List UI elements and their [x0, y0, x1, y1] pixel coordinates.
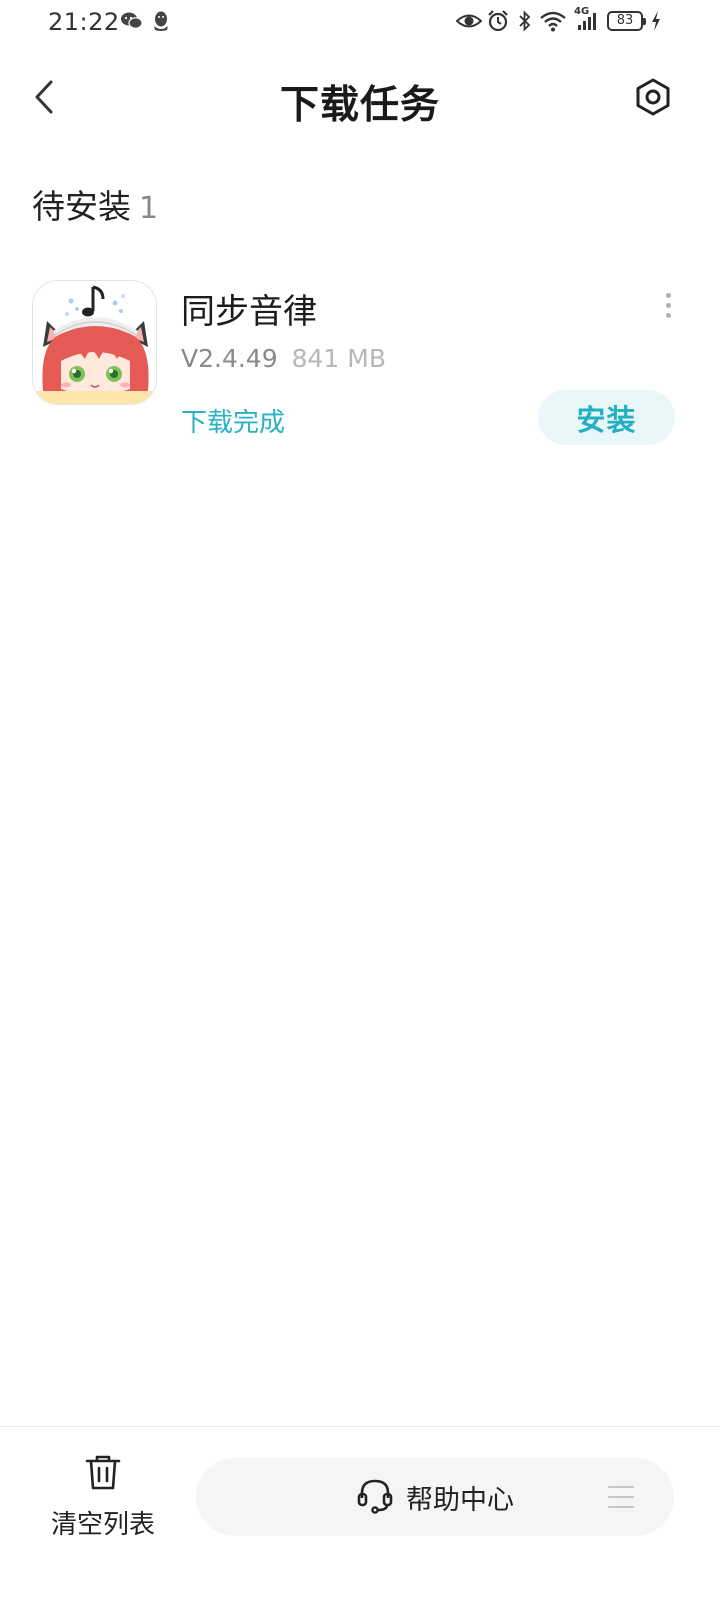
app-version: V2.4.49 — [181, 344, 278, 373]
settings-button[interactable] — [630, 76, 676, 122]
download-task-item[interactable]: 同步音律 V2.4.49 841 MB 下载完成 安装 — [0, 270, 720, 450]
section-count: 1 — [139, 191, 159, 226]
app-icon — [32, 280, 157, 405]
status-time: 21:22 — [48, 8, 120, 36]
more-options-button[interactable] — [654, 290, 682, 320]
bottom-divider — [0, 1426, 720, 1427]
app-name: 同步音律 — [181, 292, 317, 332]
eye-icon — [456, 10, 482, 32]
qq-icon — [150, 10, 174, 32]
wifi-icon — [539, 10, 567, 32]
alarm-icon — [487, 10, 511, 32]
battery-indicator: 83 — [607, 11, 646, 31]
menu-icon — [608, 1486, 634, 1508]
trash-icon — [83, 1452, 123, 1496]
clear-list-button[interactable]: 清空列表 — [38, 1452, 168, 1552]
section-title-label: 待安装 — [32, 187, 131, 226]
status-bar: 21:22 4G 83 — [0, 0, 720, 46]
wechat-icon — [120, 10, 144, 32]
network-type-label: 4G — [574, 6, 590, 17]
more-vertical-icon — [665, 292, 671, 298]
signal-icon: 4G — [574, 6, 600, 32]
gear-icon — [633, 77, 673, 121]
app-size: 841 MB — [291, 344, 387, 373]
page-title: 下载任务 — [279, 83, 440, 128]
download-status: 下载完成 — [181, 408, 286, 438]
help-center-button[interactable]: 帮助中心 — [196, 1458, 674, 1536]
clear-list-label: 清空列表 — [50, 1510, 155, 1540]
app-meta: V2.4.49 841 MB — [181, 344, 386, 373]
headset-icon — [356, 1476, 394, 1518]
help-center-label: 帮助中心 — [406, 1484, 514, 1516]
install-button[interactable]: 安装 — [538, 390, 675, 445]
charging-icon — [650, 10, 662, 32]
bluetooth-icon — [518, 10, 532, 32]
header: 下载任务 — [0, 56, 720, 142]
section-title: 待安装 1 — [32, 180, 158, 228]
